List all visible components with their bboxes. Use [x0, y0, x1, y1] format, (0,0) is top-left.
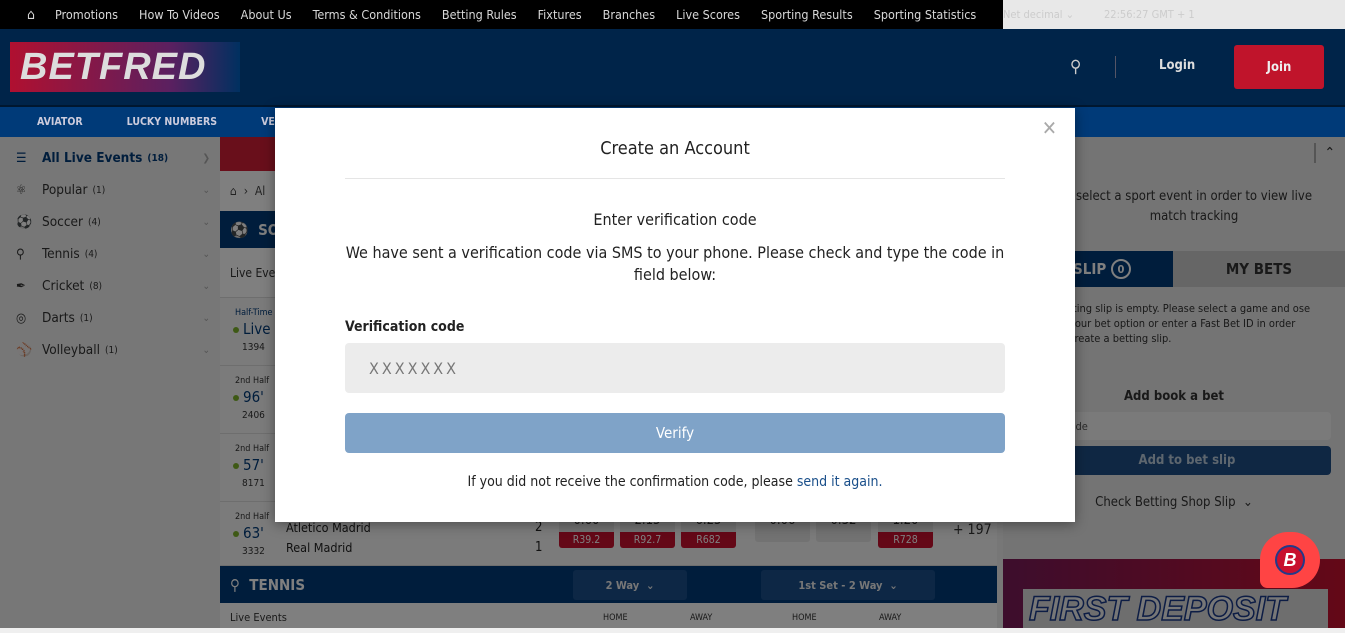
header: BETFRED ⚲ Login Join [0, 29, 1345, 105]
join-button[interactable]: Join [1234, 45, 1324, 89]
top-bar: ⌂ Promotions How To Videos About Us Term… [0, 0, 1345, 29]
betfred-b-icon: B [1275, 545, 1305, 575]
resend-text: If you did not receive the confirmation … [467, 474, 883, 490]
top-link-sporting-results[interactable]: Sporting Results [761, 7, 853, 22]
odds-format-label: Net decimal [1003, 8, 1063, 21]
top-link-sporting-statistics[interactable]: Sporting Statistics [874, 7, 977, 22]
search-icon[interactable]: ⚲ [1070, 57, 1081, 77]
verification-code-label: Verification code [345, 319, 465, 335]
verify-button[interactable]: Verify [345, 413, 1005, 453]
login-button[interactable]: Login [1159, 58, 1195, 73]
verification-code-input[interactable] [345, 343, 1005, 393]
chat-fab-button[interactable]: B [1260, 532, 1320, 588]
modal-subtitle: Enter verification code [593, 210, 757, 229]
top-link-betting-rules[interactable]: Betting Rules [442, 7, 517, 22]
top-link-fixtures[interactable]: Fixtures [538, 7, 582, 22]
chevron-down-icon: ⌄ [1065, 8, 1074, 21]
send-again-link[interactable]: send it again. [797, 474, 883, 490]
top-link-live-scores[interactable]: Live Scores [676, 7, 740, 22]
clock: 22:56:27 GMT + 1 [1104, 8, 1195, 21]
create-account-modal: ✕ Create an Account Enter verification c… [275, 108, 1075, 522]
home-icon[interactable]: ⌂ [27, 7, 35, 23]
divider [1115, 56, 1116, 78]
divider [345, 178, 1005, 179]
betfred-logo[interactable]: BETFRED [10, 42, 240, 92]
modal-title: Create an Account [600, 138, 750, 159]
top-link-branches[interactable]: Branches [603, 7, 655, 22]
modal-instructions: We have sent a verification code via SMS… [345, 243, 1005, 284]
nav-aviator[interactable]: AVIATOR [37, 116, 83, 128]
top-link-about-us[interactable]: About Us [241, 7, 292, 22]
top-link-how-to-videos[interactable]: How To Videos [139, 7, 220, 22]
close-icon[interactable]: ✕ [1042, 116, 1057, 140]
nav-lucky-numbers[interactable]: LUCKY NUMBERS [127, 116, 217, 128]
top-link-promotions[interactable]: Promotions [55, 7, 118, 22]
top-link-terms[interactable]: Terms & Conditions [313, 7, 421, 22]
odds-format-select[interactable]: Net decimal ⌄ [1003, 8, 1074, 21]
